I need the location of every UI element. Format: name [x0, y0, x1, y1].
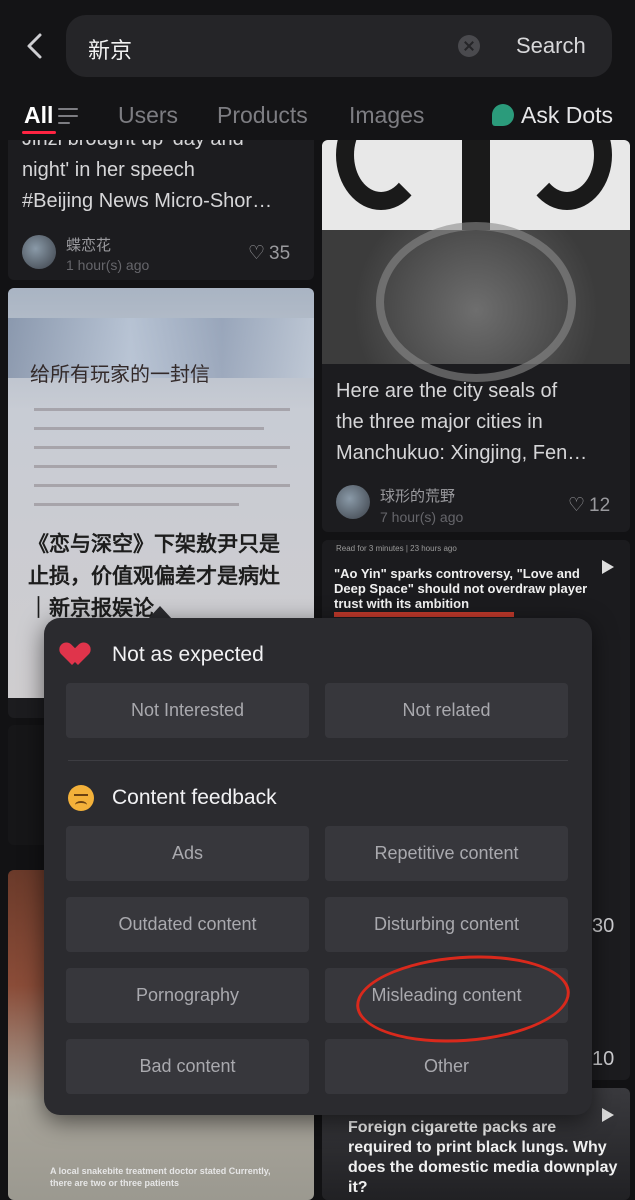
news-headline: Foreign cigarette packs are required to … [348, 1119, 618, 1196]
top-bar: 新京 Search [0, 0, 635, 90]
ask-dots-label: Ask Dots [521, 102, 614, 128]
avatar[interactable] [336, 485, 370, 519]
like-count[interactable]: ♡ 12 [568, 494, 610, 517]
card-title-line: Manchukuo: Xingjing, Fen… [336, 442, 588, 464]
news-meta: Read for 3 minutes | 23 hours ago [336, 544, 457, 553]
pornography-button[interactable]: Pornography [66, 968, 309, 1023]
broken-heart-icon [68, 643, 94, 667]
tab-all[interactable]: All [24, 102, 53, 129]
search-query[interactable]: 新京 [88, 33, 132, 65]
ads-button[interactable]: Ads [66, 826, 309, 881]
card-title: Jinzi brought up 'day and night' in her … [22, 140, 312, 217]
section-title: Content feedback [112, 786, 277, 809]
sad-face-icon [68, 785, 94, 811]
not-related-button[interactable]: Not related [325, 683, 568, 738]
card-title-line: the three major cities in [336, 411, 543, 433]
back-arrow-icon[interactable] [18, 28, 54, 64]
card-title-line: #Beijing News Micro-Shor… [22, 190, 273, 212]
like-count: 30 [592, 915, 615, 937]
tab-products[interactable]: Products [217, 102, 308, 129]
like-count[interactable]: ♡ 35 [248, 242, 290, 265]
card-title: Here are the city seals of the three maj… [336, 376, 626, 469]
post-time: 7 hour(s) ago [380, 509, 464, 525]
tab-users[interactable]: Users [118, 102, 178, 129]
disturbing-content-button[interactable]: Disturbing content [325, 897, 568, 952]
section-title: Not as expected [112, 643, 264, 666]
search-button[interactable]: Search [516, 33, 586, 59]
play-icon[interactable] [602, 560, 614, 574]
letter-body [34, 408, 290, 522]
post-image [322, 140, 630, 382]
feed-card[interactable]: Jinzi brought up 'day and night' in her … [8, 140, 314, 280]
clear-icon[interactable] [458, 35, 480, 57]
card-title-line: night' in her speech [22, 159, 195, 181]
post-time: 1 hour(s) ago [66, 257, 150, 273]
like-number: 12 [589, 495, 611, 516]
other-button[interactable]: Other [325, 1039, 568, 1094]
author-name[interactable]: 球形的荒野 [380, 485, 455, 506]
divider [68, 760, 568, 761]
card-title-line: Jinzi brought up 'day and [22, 140, 312, 155]
chat-bubble-icon [492, 104, 514, 126]
section-header-content-feedback: Content feedback [68, 783, 277, 813]
tab-bar: All Users Products Images Ask Dots [0, 90, 635, 140]
outdated-content-button[interactable]: Outdated content [66, 897, 309, 952]
heart-icon: ♡ [568, 495, 586, 516]
like-number: 35 [269, 243, 291, 264]
card-title-line: Here are the city seals of [336, 380, 558, 402]
feed-card[interactable]: Here are the city seals of the three maj… [322, 140, 630, 532]
active-tab-indicator [22, 131, 56, 134]
repetitive-content-button[interactable]: Repetitive content [325, 826, 568, 881]
avatar[interactable] [22, 235, 56, 269]
like-count: 10 [592, 1048, 615, 1070]
search-input[interactable]: 新京 Search [66, 15, 612, 77]
author-name[interactable]: 蝶恋花 [66, 234, 111, 255]
feedback-popup: Not as expected Not Interested Not relat… [44, 618, 592, 1115]
image-caption: A local snakebite treatment doctor state… [50, 1166, 271, 1188]
heart-icon: ♡ [248, 243, 266, 264]
news-headline: "Ao Yin" sparks controversy, "Love and D… [334, 566, 588, 611]
bad-content-button[interactable]: Bad content [66, 1039, 309, 1094]
filter-icon[interactable] [58, 108, 78, 124]
highlight-bar [334, 612, 514, 617]
ask-dots-button[interactable]: Ask Dots [492, 102, 613, 129]
not-interested-button[interactable]: Not Interested [66, 683, 309, 738]
letter-heading: 给所有玩家的一封信 [30, 362, 210, 386]
tab-images[interactable]: Images [349, 102, 424, 129]
section-header-not-as-expected: Not as expected [68, 640, 264, 670]
